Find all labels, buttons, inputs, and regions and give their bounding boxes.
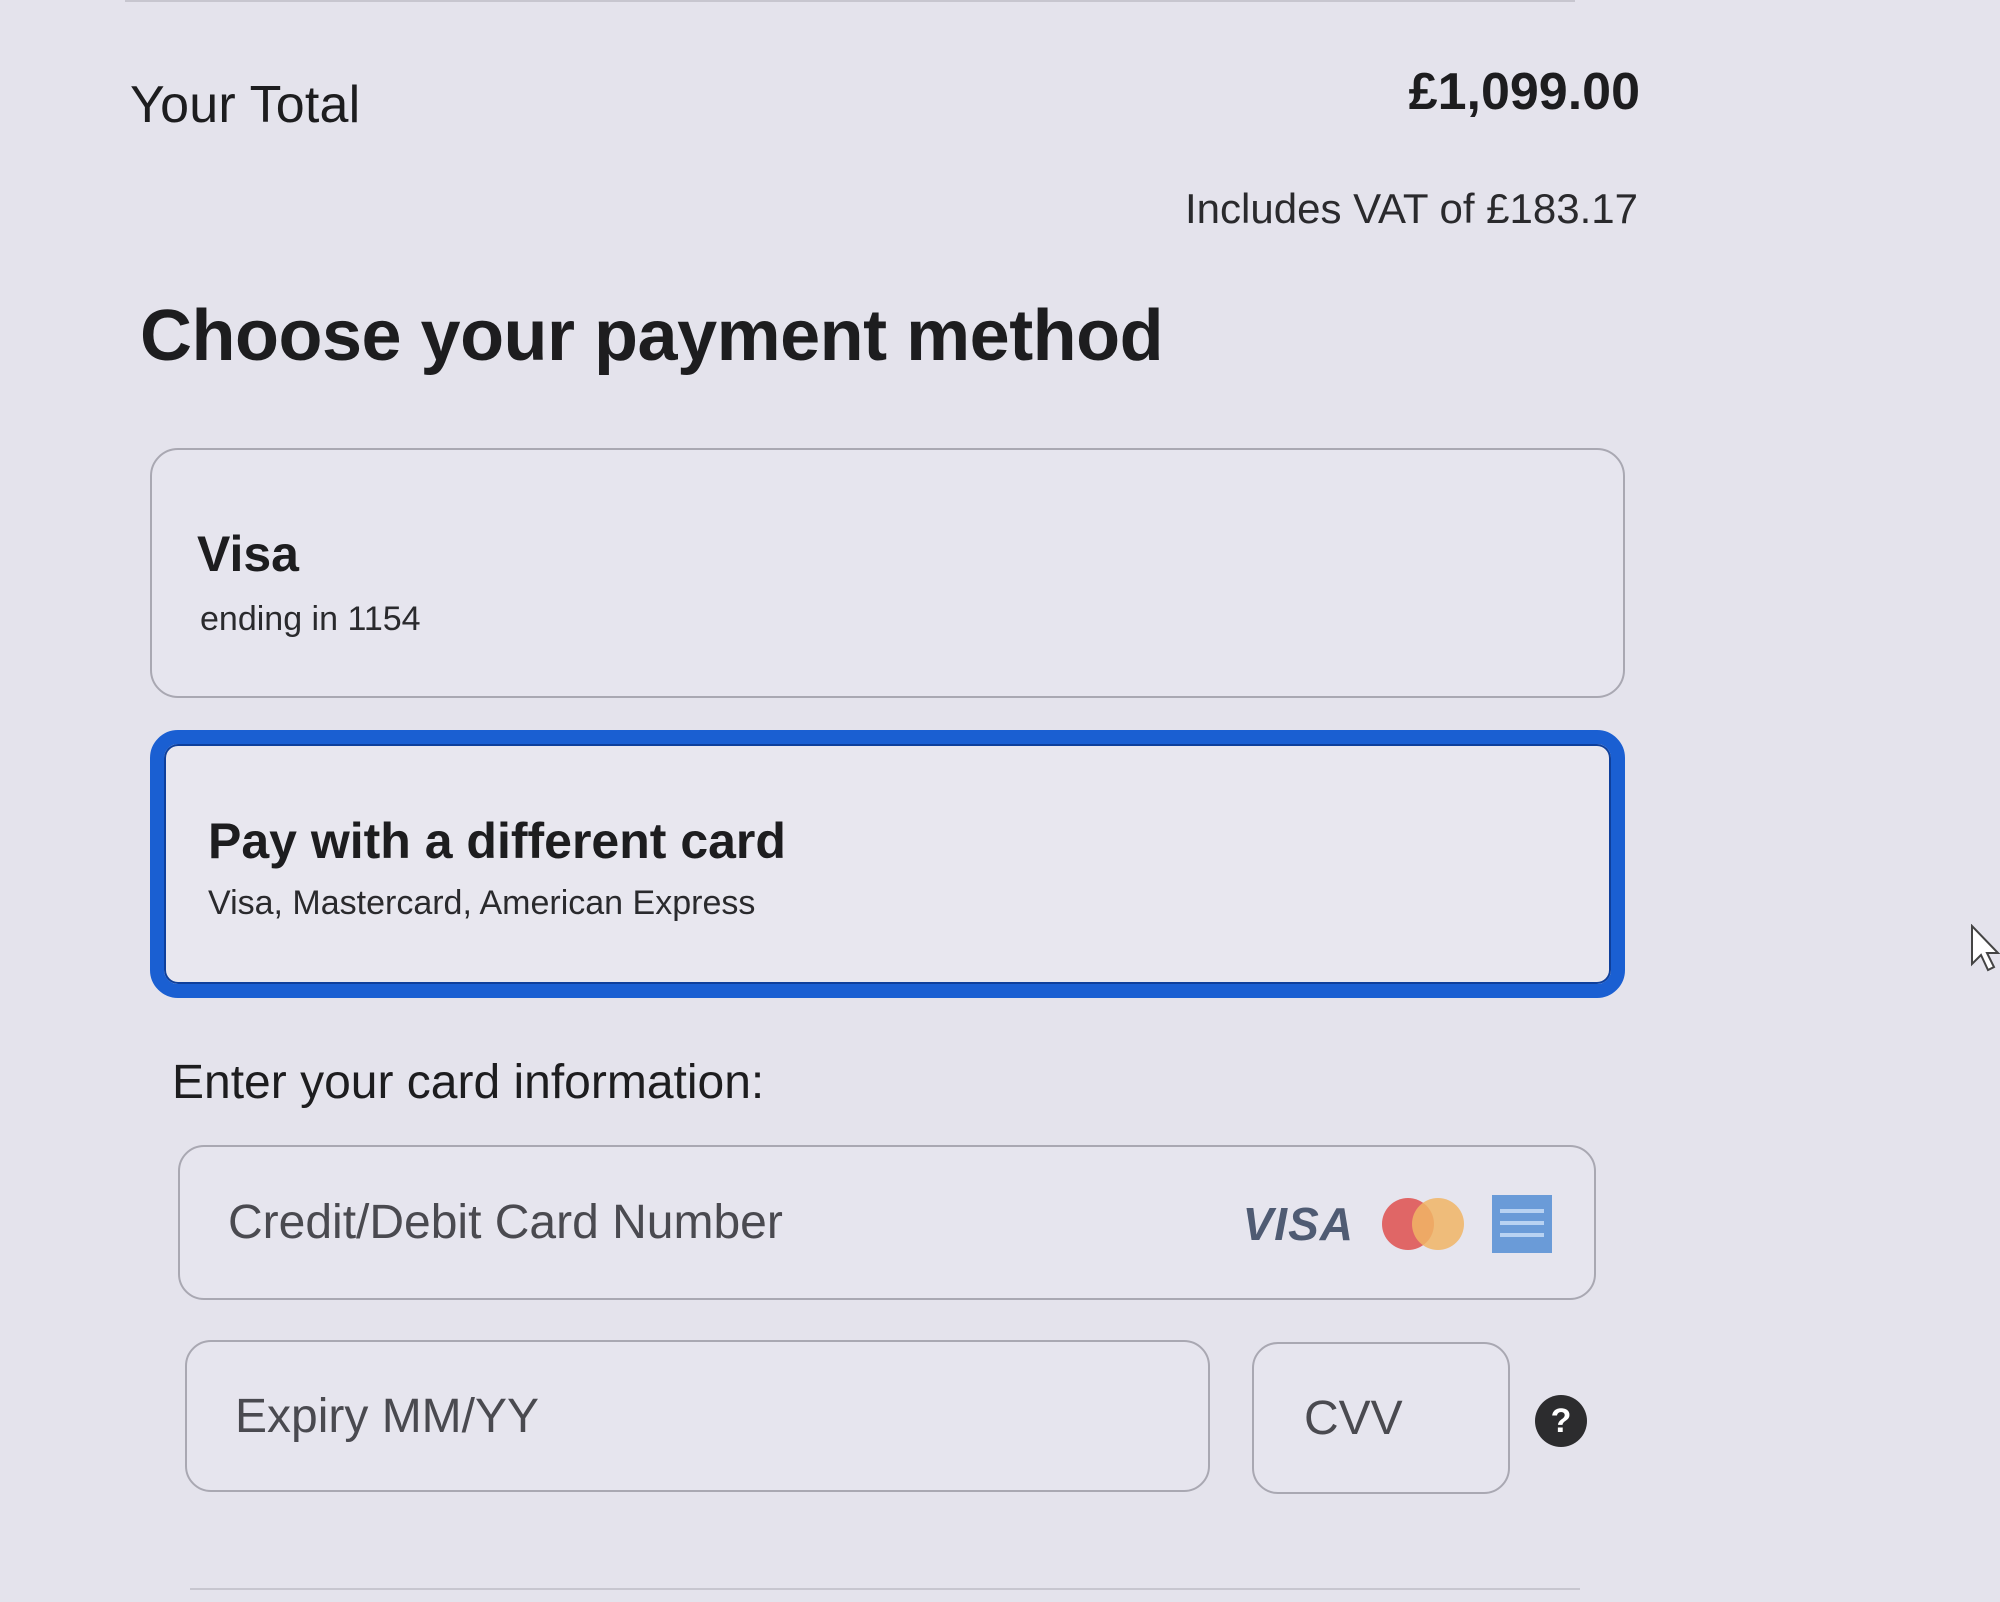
payment-option-saved-visa[interactable]: Visa ending in 1154 [150, 448, 1625, 698]
card-number-field: VISA [178, 1145, 1596, 1300]
payment-option-different-card[interactable]: Pay with a different card Visa, Masterca… [150, 730, 1625, 998]
top-divider [125, 0, 1575, 2]
payment-option-title: Pay with a different card [208, 813, 786, 869]
payment-option-title: Visa [197, 526, 299, 582]
cvv-field [1252, 1342, 1510, 1494]
mastercard-logo-icon [1382, 1198, 1464, 1250]
visa-logo-icon: VISA [1242, 1198, 1354, 1250]
payment-method-heading: Choose your payment method [140, 296, 1164, 376]
payment-option-subtitle: ending in 1154 [200, 600, 421, 638]
expiry-input[interactable] [187, 1342, 1208, 1490]
amex-logo-icon [1492, 1195, 1552, 1253]
bottom-divider [190, 1588, 1580, 1590]
payment-option-subtitle: Visa, Mastercard, American Express [208, 884, 756, 922]
card-info-label: Enter your card information: [172, 1056, 765, 1109]
vat-note: Includes VAT of £183.17 [1185, 185, 1638, 232]
total-amount: £1,099.00 [1408, 63, 1640, 121]
total-label: Your Total [130, 76, 361, 134]
accepted-cards: VISA [1243, 1195, 1552, 1253]
expiry-field [185, 1340, 1210, 1492]
cvv-input[interactable] [1254, 1344, 1508, 1492]
mouse-cursor-icon [1971, 924, 2000, 972]
cvv-help-icon[interactable]: ? [1535, 1395, 1587, 1447]
